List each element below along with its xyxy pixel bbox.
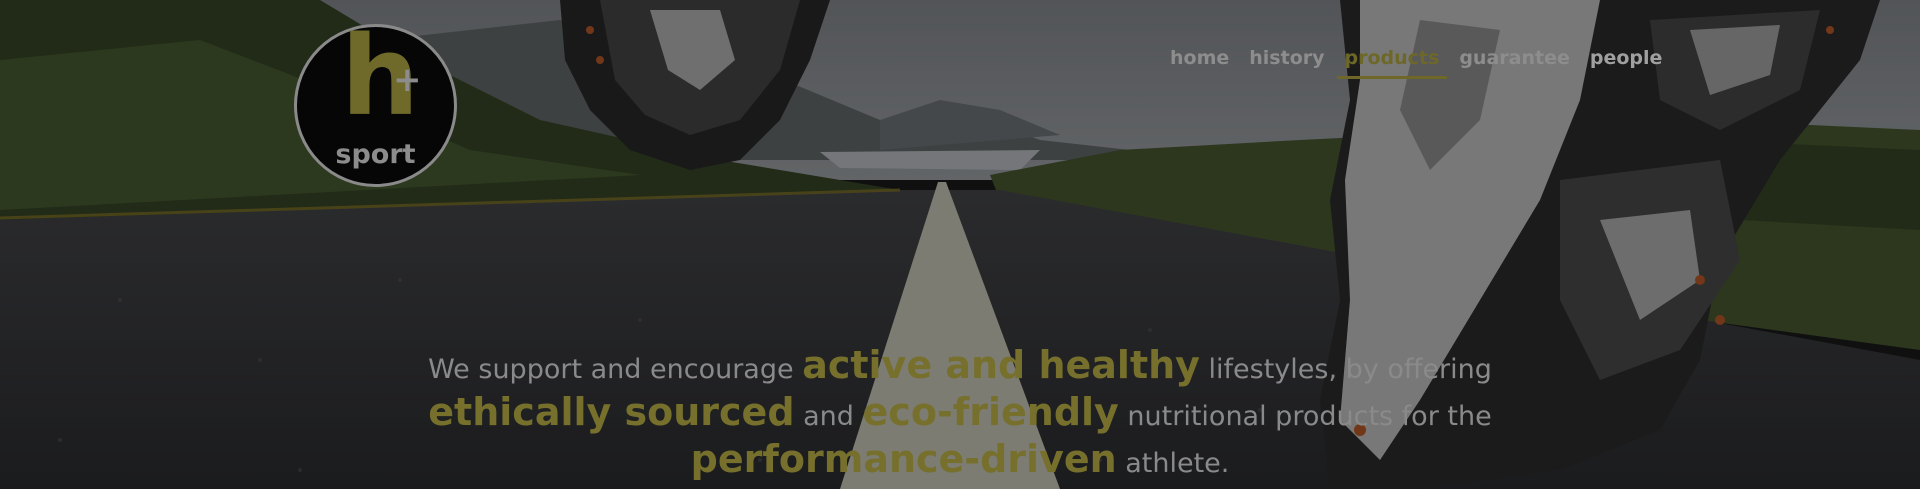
tagline-text: athlete. <box>1125 448 1230 479</box>
tagline-highlight: performance-driven <box>690 437 1117 481</box>
tagline-text: We support and encourage <box>428 354 794 385</box>
tagline-text: lifestyles, by offering <box>1208 354 1492 385</box>
tagline-highlight: eco-friendly <box>862 390 1119 434</box>
logo-word: sport <box>335 139 416 170</box>
nav-item-products[interactable]: products <box>1335 44 1450 79</box>
logo-plus: + <box>393 60 422 100</box>
brand-logo[interactable]: h + sport <box>294 21 457 187</box>
nav-item-history[interactable]: history <box>1239 44 1334 79</box>
tagline-text: and <box>803 401 854 432</box>
nav-item-guarantee[interactable]: guarantee <box>1449 44 1580 79</box>
hero-tagline: We support and encourage active and heal… <box>400 344 1520 485</box>
nav-item-home[interactable]: home <box>1160 44 1239 79</box>
tagline-text: nutritional products for the <box>1127 401 1492 432</box>
tagline-highlight: ethically sourced <box>428 390 795 434</box>
main-nav: home history products guarantee people <box>1160 44 1672 79</box>
nav-item-people[interactable]: people <box>1580 44 1673 79</box>
hero-section: h + sport home history products guarante… <box>0 0 1920 489</box>
tagline-highlight: active and healthy <box>802 343 1200 387</box>
